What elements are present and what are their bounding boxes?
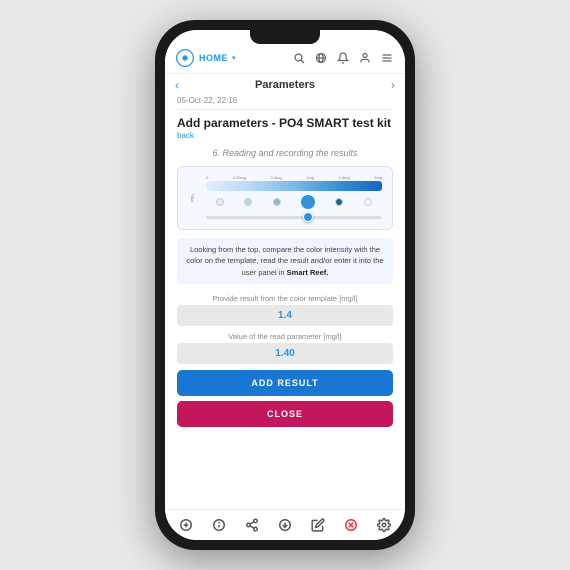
phone-shell: HOME ▾ bbox=[155, 20, 415, 550]
logo-icon[interactable] bbox=[175, 48, 195, 68]
field-label-2: Value of the read parameter [mg/l] bbox=[177, 332, 393, 341]
date-line: 05-Oct-22, 22:16 bbox=[177, 96, 393, 110]
phone-notch bbox=[250, 30, 320, 44]
search-icon[interactable] bbox=[291, 50, 307, 66]
scale-05: 0.5mg bbox=[271, 175, 282, 180]
download-icon[interactable] bbox=[276, 516, 294, 534]
bell-icon[interactable] bbox=[335, 50, 351, 66]
back-arrow-icon[interactable]: ‹ bbox=[175, 78, 179, 92]
close-button[interactable]: CLOSE bbox=[177, 401, 393, 427]
edit-icon[interactable] bbox=[309, 516, 327, 534]
info-icon[interactable] bbox=[210, 516, 228, 534]
info-text: Looking from the top, compare the color … bbox=[177, 238, 393, 284]
globe-icon[interactable] bbox=[313, 50, 329, 66]
header-title: Parameters bbox=[255, 79, 315, 91]
field-group-1: Provide result from the color template [… bbox=[177, 294, 393, 326]
phone-screen: HOME ▾ bbox=[165, 30, 405, 540]
chart-side-label-top: PO₄ bbox=[191, 194, 195, 201]
field-label-1: Provide result from the color template [… bbox=[177, 294, 393, 303]
page-title: Add parameters - PO4 SMART test kit bbox=[177, 116, 393, 130]
color-circle-1 bbox=[216, 198, 224, 206]
back-link[interactable]: back bbox=[177, 131, 393, 140]
info-text-bold: Smart Reef. bbox=[287, 268, 329, 277]
color-circle-selected bbox=[301, 195, 315, 209]
color-circle-3 bbox=[273, 198, 281, 206]
scale-025: 0.25mg bbox=[233, 175, 246, 180]
color-chart: PO₄ 0 0.25mg 0.5mg 1mg 1.5mg 2mg bbox=[184, 173, 386, 223]
color-circle-6 bbox=[364, 198, 372, 206]
share-icon[interactable] bbox=[243, 516, 261, 534]
scale-0: 0 bbox=[206, 175, 208, 180]
scale-1: 1mg bbox=[306, 175, 314, 180]
field-group-2: Value of the read parameter [mg/l] 1.40 bbox=[177, 332, 393, 364]
color-circles bbox=[206, 195, 382, 209]
header-bar: ‹ Parameters › bbox=[165, 74, 405, 96]
chevron-down-icon[interactable]: ▾ bbox=[232, 54, 236, 62]
add-icon[interactable] bbox=[177, 516, 195, 534]
home-label[interactable]: HOME bbox=[199, 53, 228, 63]
color-circle-5 bbox=[335, 198, 343, 206]
menu-icon[interactable] bbox=[379, 50, 395, 66]
top-nav-left: HOME ▾ bbox=[175, 48, 236, 68]
top-nav-right bbox=[291, 50, 395, 66]
scale-15: 1.5mg bbox=[339, 175, 350, 180]
scale-2: 2mg bbox=[374, 175, 382, 180]
content-area: 05-Oct-22, 22:16 Add parameters - PO4 SM… bbox=[165, 96, 405, 509]
user-icon[interactable] bbox=[357, 50, 373, 66]
color-strip bbox=[206, 181, 382, 191]
bottom-bar bbox=[165, 509, 405, 540]
step-heading: 6. Reading and recording the results bbox=[177, 148, 393, 158]
field-value-2[interactable]: 1.40 bbox=[177, 343, 393, 364]
color-circle-2 bbox=[244, 198, 252, 206]
slider-track bbox=[206, 216, 382, 219]
add-result-button[interactable]: ADD RESULT bbox=[177, 370, 393, 396]
close-x-icon[interactable] bbox=[342, 516, 360, 534]
color-chart-container: PO₄ 0 0.25mg 0.5mg 1mg 1.5mg 2mg bbox=[177, 166, 393, 230]
forward-arrow-icon[interactable]: › bbox=[391, 78, 395, 92]
slider-thumb[interactable] bbox=[303, 212, 313, 222]
gear-icon[interactable] bbox=[375, 516, 393, 534]
field-value-1[interactable]: 1.4 bbox=[177, 305, 393, 326]
info-text-content: Looking from the top, compare the color … bbox=[186, 245, 383, 277]
